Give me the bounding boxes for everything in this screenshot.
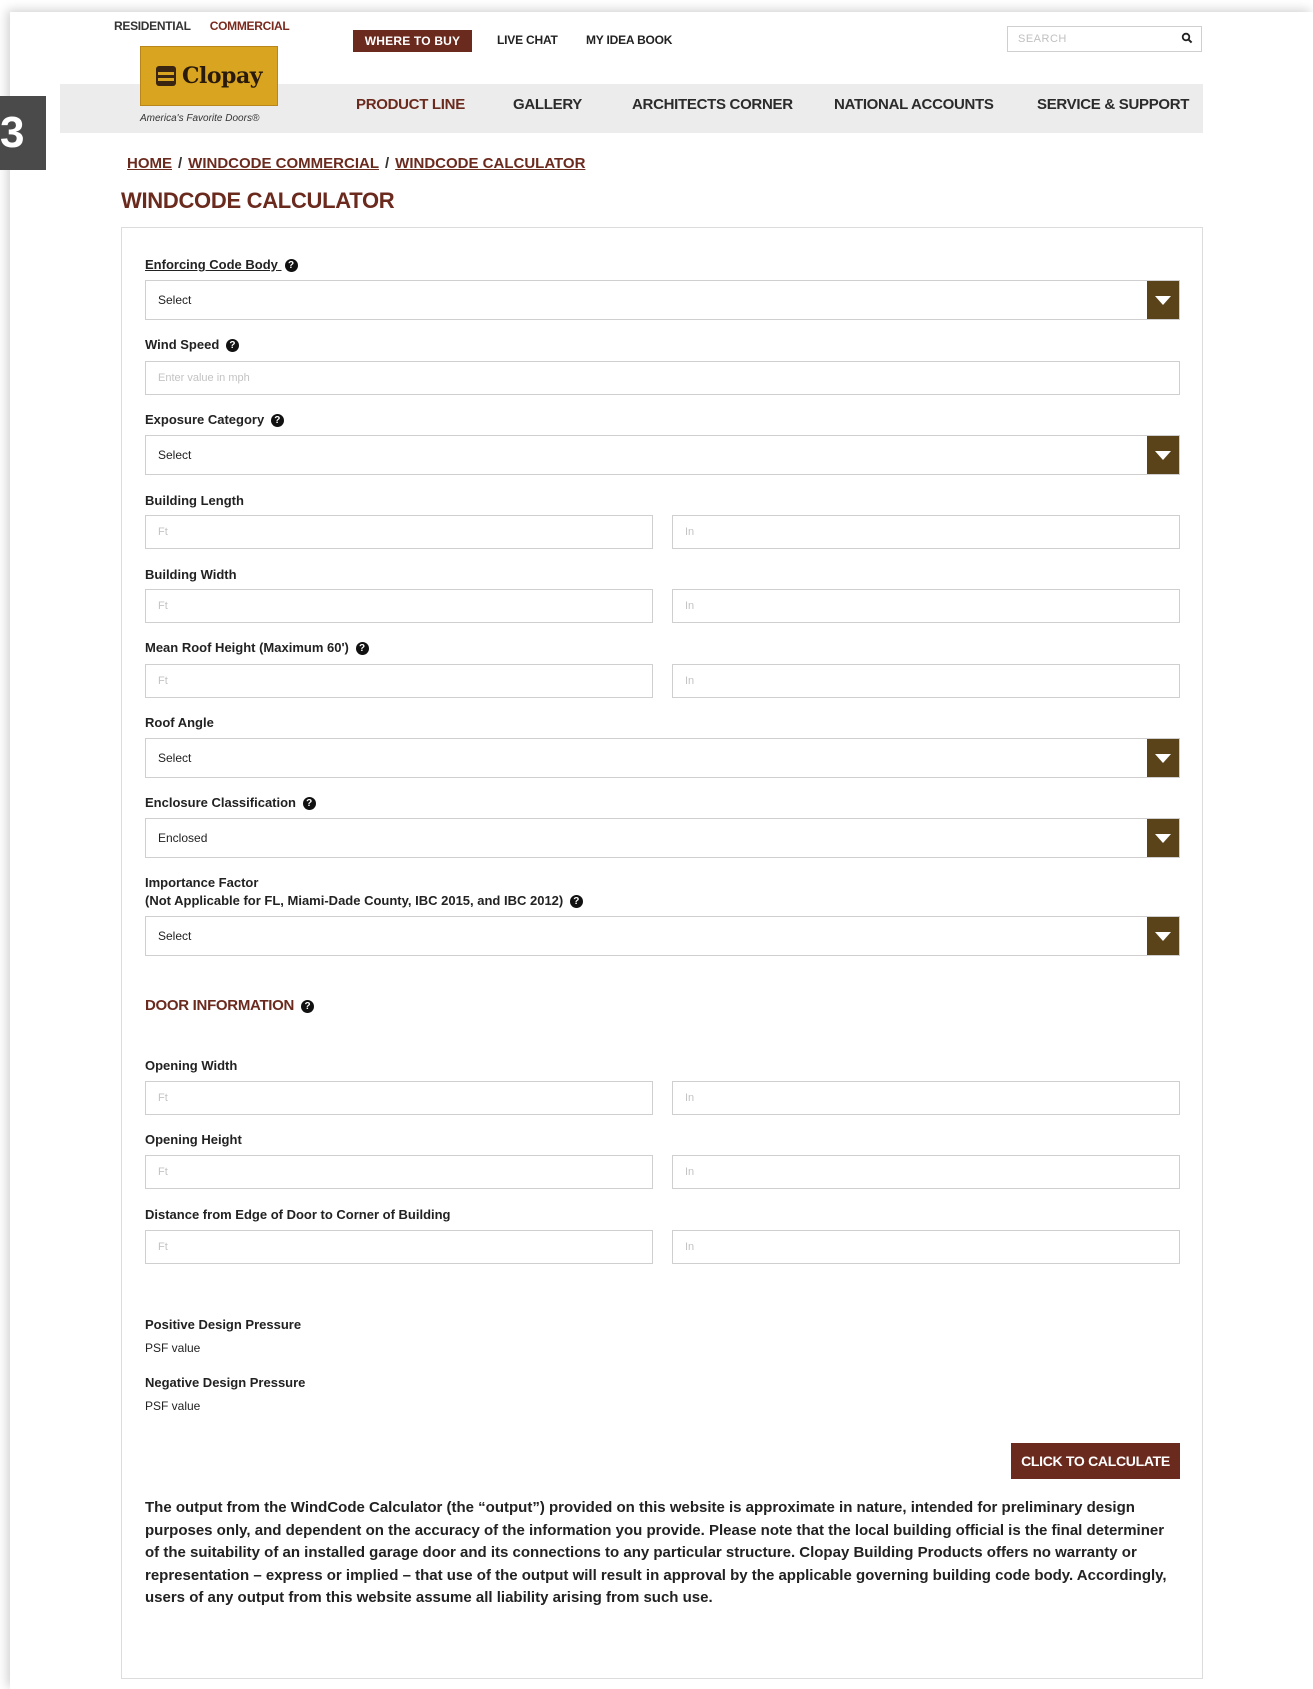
site-tabs: RESIDENTIAL COMMERCIAL [114, 19, 305, 33]
opening-height-ft-input[interactable] [145, 1155, 653, 1189]
select-value: Select [158, 448, 192, 462]
door-information-title: DOOR INFORMATION ? [145, 997, 314, 1014]
nav-gallery[interactable]: GALLERY [513, 96, 582, 113]
help-icon[interactable]: ? [284, 259, 298, 272]
dropdown-arrow-icon[interactable] [1147, 436, 1179, 474]
search-box [1007, 26, 1202, 52]
help-icon[interactable]: ? [270, 414, 284, 427]
breadcrumb: HOME / WINDCODE COMMERCIAL / WINDCODE CALCUL… [127, 155, 585, 172]
distance-edge-in-input[interactable] [672, 1230, 1180, 1264]
help-icon[interactable]: ? [302, 797, 316, 810]
wind-speed-input[interactable] [145, 361, 1180, 395]
search-input[interactable] [1008, 27, 1173, 51]
idea-book-link[interactable]: MY IDEA BOOK [586, 33, 672, 47]
select-value: Enclosed [158, 831, 208, 845]
opening-width-in-input[interactable] [672, 1081, 1180, 1115]
help-icon[interactable]: ? [300, 1000, 314, 1013]
select-value: Select [158, 293, 192, 307]
nav-product-line[interactable]: PRODUCT LINE [356, 96, 465, 113]
nav-service-support[interactable]: SERVICE & SUPPORT [1037, 96, 1189, 113]
opening-width-label: Opening Width [145, 1058, 238, 1073]
opening-height-label: Opening Height [145, 1132, 242, 1147]
mean-roof-height-ft-input[interactable] [145, 664, 653, 698]
search-icon[interactable] [1181, 32, 1193, 44]
select-value: Select [158, 751, 192, 765]
building-width-in-input[interactable] [672, 589, 1180, 623]
positive-pressure-value: PSF value [145, 1341, 201, 1355]
mean-roof-height-label: Mean Roof Height (Maximum 60') ? [145, 640, 369, 655]
live-chat-link[interactable]: LIVE CHAT [497, 33, 558, 47]
step-number-badge: 3 [0, 96, 46, 170]
exposure-category-label: Exposure Category ? [145, 412, 284, 427]
positive-pressure-label: Positive Design Pressure [145, 1317, 302, 1332]
site-header: RESIDENTIAL COMMERCIAL Clopay America's … [0, 0, 1313, 135]
building-length-label: Building Length [145, 493, 244, 508]
logo-text: Clopay [182, 63, 262, 89]
importance-factor-select[interactable]: Select [145, 916, 1180, 956]
door-logo-icon [156, 66, 177, 86]
breadcrumb-separator: / [178, 155, 183, 172]
roof-angle-select[interactable]: Select [145, 738, 1180, 778]
negative-pressure-label: Negative Design Pressure [145, 1375, 306, 1390]
roof-angle-label: Roof Angle [145, 715, 214, 730]
importance-factor-label: Importance Factor [145, 875, 259, 890]
wind-speed-label: Wind Speed ? [145, 337, 239, 352]
enclosure-classification-label: Enclosure Classification ? [145, 795, 316, 810]
help-icon[interactable]: ? [225, 339, 239, 352]
residential-tab[interactable]: RESIDENTIAL [114, 19, 191, 33]
dropdown-arrow-icon[interactable] [1147, 739, 1179, 777]
opening-width-ft-input[interactable] [145, 1081, 653, 1115]
breadcrumb-home[interactable]: HOME [127, 155, 172, 172]
commercial-tab[interactable]: COMMERCIAL [210, 19, 290, 33]
tagline: America's Favorite Doors® [140, 113, 260, 124]
building-width-label: Building Width [145, 567, 237, 582]
building-length-in-input[interactable] [672, 515, 1180, 549]
dropdown-arrow-icon[interactable] [1147, 819, 1179, 857]
dropdown-arrow-icon[interactable] [1147, 281, 1179, 319]
clopay-logo[interactable]: Clopay [140, 46, 278, 106]
opening-height-in-input[interactable] [672, 1155, 1180, 1189]
breadcrumb-windcode-calculator[interactable]: WINDCODE CALCULATOR [395, 155, 585, 172]
calculate-button[interactable]: CLICK TO CALCULATE [1011, 1443, 1180, 1479]
disclaimer-text: The output from the WindCode Calculator … [145, 1499, 1167, 1606]
help-icon[interactable]: ? [355, 642, 369, 655]
building-length-ft-input[interactable] [145, 515, 653, 549]
help-icon[interactable]: ? [569, 895, 583, 908]
distance-edge-ft-input[interactable] [145, 1230, 653, 1264]
importance-factor-note: (Not Applicable for FL, Miami-Dade Count… [145, 893, 583, 908]
page-title: WINDCODE CALCULATOR [121, 188, 395, 213]
select-value: Select [158, 929, 192, 943]
mean-roof-height-in-input[interactable] [672, 664, 1180, 698]
enforcing-code-body-label: Enforcing Code Body ? [145, 257, 298, 272]
breadcrumb-windcode-commercial[interactable]: WINDCODE COMMERCIAL [188, 155, 379, 172]
distance-edge-label: Distance from Edge of Door to Corner of … [145, 1207, 451, 1222]
nav-national-accounts[interactable]: NATIONAL ACCOUNTS [834, 96, 994, 113]
enforcing-code-body-select[interactable]: Select [145, 280, 1180, 320]
building-width-ft-input[interactable] [145, 589, 653, 623]
where-to-buy-button[interactable]: WHERE TO BUY [353, 30, 472, 52]
negative-pressure-value: PSF value [145, 1399, 201, 1413]
nav-architects-corner[interactable]: ARCHITECTS CORNER [632, 96, 793, 113]
exposure-category-select[interactable]: Select [145, 435, 1180, 475]
enclosure-classification-select[interactable]: Enclosed [145, 818, 1180, 858]
dropdown-arrow-icon[interactable] [1147, 917, 1179, 955]
breadcrumb-separator: / [385, 155, 390, 172]
